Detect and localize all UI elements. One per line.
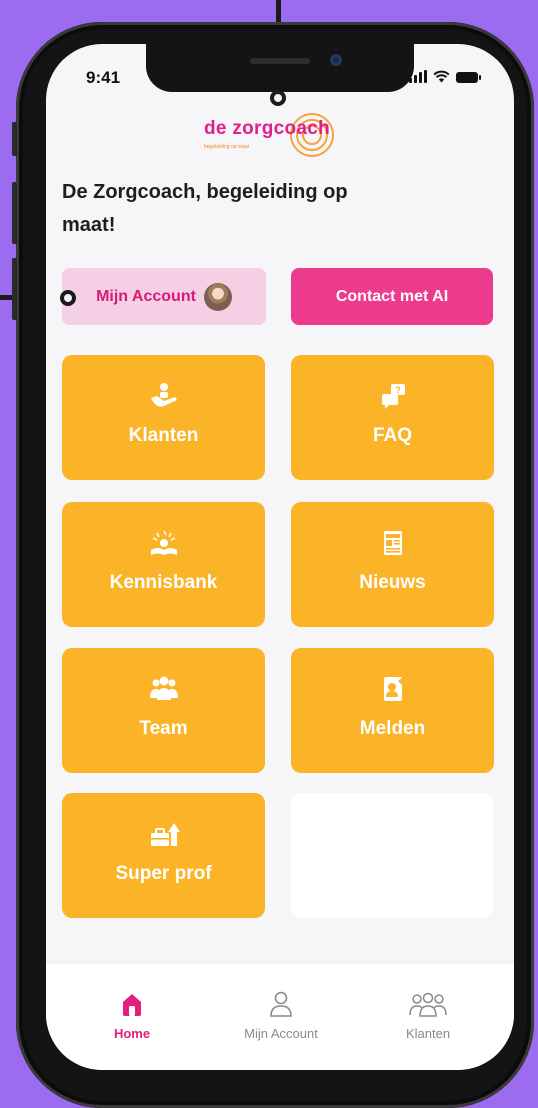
annotation-dot-account [60,290,76,306]
team-icon [149,676,178,700]
tile-empty-placeholder [291,793,493,918]
tile-nieuws[interactable]: Nieuws [291,502,494,627]
tile-klanten[interactable]: Klanten [62,355,265,480]
tab-my-account-label: Mijn Account [244,1026,318,1041]
care-hand-icon [150,383,177,407]
speaker [250,58,310,64]
growth-briefcase-icon [150,823,180,846]
tile-label: Super prof [115,863,212,884]
app-screen: 9:41 de zorgcoach begeleiding op maat De… [46,44,514,1070]
my-account-button[interactable]: Mijn Account [62,268,266,325]
tab-my-account[interactable]: Mijn Account [221,990,341,1041]
contact-ai-button[interactable]: Contact met AI [291,268,493,325]
phone-side-button [12,122,17,156]
tile-faq[interactable]: ? FAQ [291,355,494,480]
my-account-label: Mijn Account [96,287,196,305]
annotation-dot-logo [270,90,286,106]
tile-kennisbank[interactable]: Kennisbank [62,502,265,627]
notch [146,44,414,92]
tile-label: Kennisbank [109,572,218,593]
tile-label: Nieuws [359,572,426,593]
knowledge-book-icon [150,530,177,555]
tab-klanten[interactable]: Klanten [368,990,488,1041]
logo-tagline: begeleiding op maat [204,144,250,150]
user-icon [270,991,292,1017]
home-icon [123,994,141,1016]
tab-klanten-label: Klanten [405,1026,451,1041]
battery-icon [456,72,481,83]
tile-label: Team [139,718,188,739]
front-camera [330,54,342,66]
avatar [203,282,232,311]
tab-home[interactable]: Home [72,990,192,1041]
phone-volume-down-button [12,258,17,320]
logo-name: de zorgcoach [204,118,331,139]
tab-home-label: Home [113,1026,151,1041]
signal-icon [409,70,427,83]
tile-super-prof[interactable]: Super prof [62,793,265,918]
tile-team[interactable]: Team [62,648,265,773]
newspaper-icon [383,531,402,555]
svg-text:?: ? [395,385,401,395]
faq-chat-icon: ? [381,384,405,409]
tile-label: FAQ [372,425,413,446]
bottom-tab-bar: Home Mijn Account Klanten [46,964,514,1070]
status-time: 9:41 [86,68,121,87]
contact-ai-label: Contact met AI [335,287,449,305]
status-icons [409,70,481,83]
report-icon [383,677,402,701]
tile-melden[interactable]: Melden [291,648,494,773]
wifi-icon [433,70,450,83]
app-logo: de zorgcoach begeleiding op maat [204,113,364,160]
tile-label: Klanten [128,425,199,446]
tile-label: Melden [359,718,426,739]
page-headline: De Zorgcoach, begeleiding op maat! [62,181,348,236]
phone-volume-up-button [12,182,17,244]
group-icon [409,992,447,1017]
